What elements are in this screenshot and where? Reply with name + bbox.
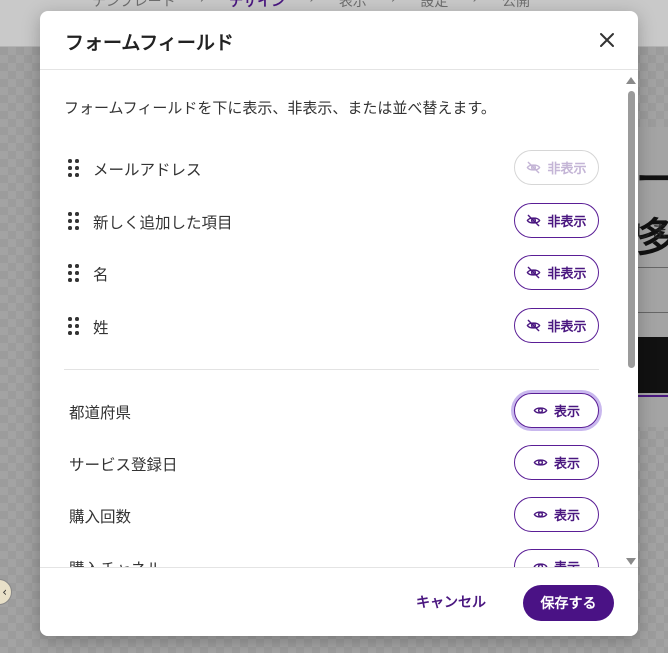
field-label: サービス登録日 — [69, 456, 178, 474]
eye-icon — [533, 563, 548, 567]
field-label: 購入チャネル — [69, 557, 162, 567]
preview-input-line — [638, 312, 668, 313]
hide-button-label: 非表示 — [547, 320, 587, 335]
hide-button-first-name[interactable]: 非表示 — [514, 255, 599, 290]
field-row-first-name: 名 非表示 — [64, 255, 599, 291]
preview-button — [638, 337, 668, 393]
save-button[interactable]: 保存する — [523, 585, 614, 621]
field-row-signup-date: サービス登録日 表示 — [64, 445, 599, 481]
show-button-label: 表示 — [554, 557, 580, 567]
cancel-button[interactable]: キャンセル — [416, 590, 486, 614]
field-label: メールアドレス — [93, 161, 202, 179]
preview-accent-line — [638, 395, 668, 397]
drag-handle-icon[interactable] — [68, 317, 80, 335]
hide-button-new-item[interactable]: 非表示 — [514, 203, 599, 238]
dialog-title: フォームフィールド — [65, 32, 234, 54]
show-button-label: 表示 — [553, 509, 580, 524]
dialog-footer: キャンセル 保存する — [40, 567, 638, 636]
field-row-purchase-channel: 購入チャネル 表示 — [64, 549, 599, 567]
show-button-purchase-count[interactable]: 表示 — [514, 497, 599, 532]
field-row-last-name: 姓 非表示 — [64, 308, 599, 344]
form-fields-dialog: フォームフィールド フォームフィールドを下に表示、非表示、または並べ替えます。 … — [40, 11, 638, 636]
field-label: 新しく追加した項目 — [93, 214, 233, 232]
show-button-label: 表示 — [553, 457, 580, 472]
eye-off-icon — [527, 214, 541, 227]
field-row-new-item: 新しく追加した項目 非表示 — [64, 203, 599, 239]
preview-heading: ー多 — [636, 157, 668, 261]
eye-icon — [533, 459, 548, 466]
breadcrumb-item[interactable]: 表示 — [339, 0, 367, 11]
scrollbar[interactable] — [626, 73, 636, 565]
field-row-prefecture: 都道府県 表示 — [64, 393, 599, 429]
field-label: 都道府県 — [69, 404, 132, 422]
preview-text: しま — [634, 222, 668, 242]
preview-input-line — [638, 267, 668, 268]
scroll-up-icon[interactable] — [626, 77, 636, 84]
field-label: 名 — [93, 266, 109, 284]
hide-button-label: 非表示 — [547, 162, 587, 177]
field-row-purchase-count: 購入回数 表示 — [64, 497, 599, 533]
show-button-purchase-channel[interactable]: 表示 — [514, 549, 599, 567]
hide-button-email[interactable]: 非表示 — [514, 150, 599, 185]
scroll-down-icon[interactable] — [626, 558, 636, 565]
hide-button-last-name[interactable]: 非表示 — [514, 308, 599, 343]
breadcrumb-item[interactable]: 設定 — [420, 0, 448, 11]
eye-icon — [533, 407, 548, 414]
breadcrumb-separator: › — [391, 0, 397, 11]
eye-off-icon — [527, 319, 541, 332]
drag-handle-icon[interactable] — [68, 264, 80, 282]
breadcrumb-separator: › — [309, 0, 315, 11]
breadcrumb-item-active[interactable]: デザイン — [229, 0, 285, 11]
close-icon — [600, 33, 614, 47]
show-button-prefecture[interactable]: 表示 — [514, 393, 599, 428]
close-button[interactable] — [594, 27, 620, 53]
show-button-signup-date[interactable]: 表示 — [514, 445, 599, 480]
show-button-label: 表示 — [553, 405, 580, 420]
breadcrumb-separator: › — [472, 0, 478, 11]
breadcrumb: テンプレート › デザイン › 表示 › 設定 › 公開 — [92, 0, 530, 11]
field-label: 購入回数 — [69, 508, 132, 526]
breadcrumb-item[interactable]: テンプレート — [92, 0, 176, 11]
scrollbar-thumb[interactable] — [628, 91, 635, 368]
dialog-header: フォームフィールド — [40, 11, 638, 70]
section-divider — [64, 369, 599, 370]
drag-handle-icon[interactable] — [68, 212, 80, 230]
hide-button-label: 非表示 — [547, 267, 587, 282]
eye-icon — [533, 511, 548, 518]
breadcrumb-item[interactable]: 公開 — [502, 0, 530, 11]
eye-off-icon — [527, 266, 541, 279]
field-label: 姓 — [93, 319, 109, 337]
field-row-email: メールアドレス 非表示 — [64, 150, 599, 186]
eye-off-icon — [527, 161, 541, 174]
breadcrumb-separator: › — [200, 0, 206, 11]
dialog-description: フォームフィールドを下に表示、非表示、または並べ替えます。 — [64, 99, 496, 117]
dialog-body[interactable]: フォームフィールドを下に表示、非表示、または並べ替えます。 メールアドレス 非表… — [40, 71, 638, 567]
hide-button-label: 非表示 — [547, 215, 587, 230]
drag-handle-icon[interactable] — [68, 159, 80, 177]
